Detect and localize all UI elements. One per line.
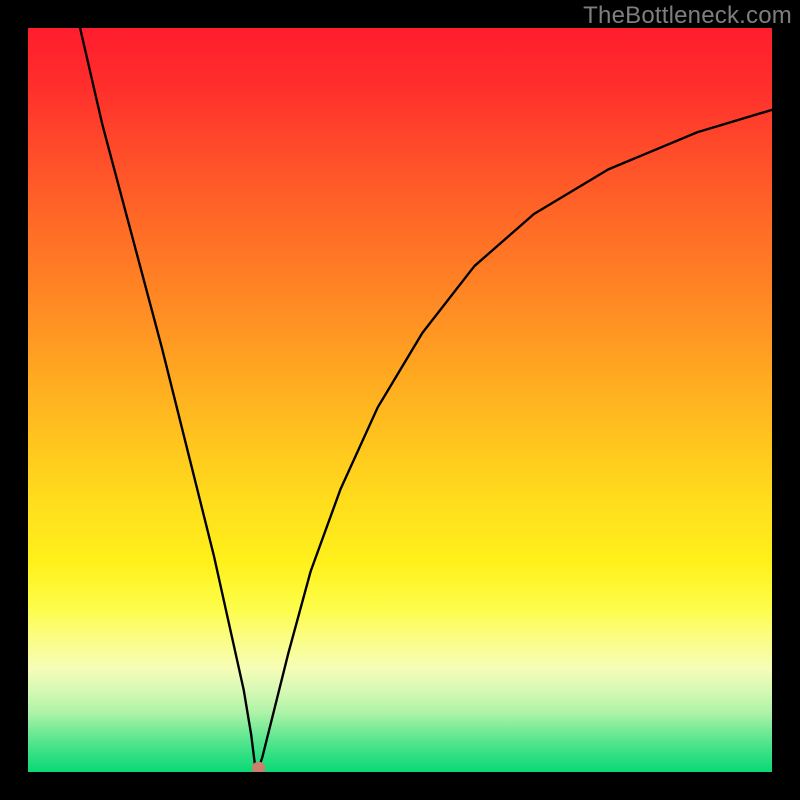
chart-frame: TheBottleneck.com	[0, 0, 800, 800]
watermark-text: TheBottleneck.com	[583, 2, 792, 30]
curve-layer	[28, 28, 772, 772]
plot-area	[28, 28, 772, 772]
bottleneck-curve	[80, 28, 772, 768]
